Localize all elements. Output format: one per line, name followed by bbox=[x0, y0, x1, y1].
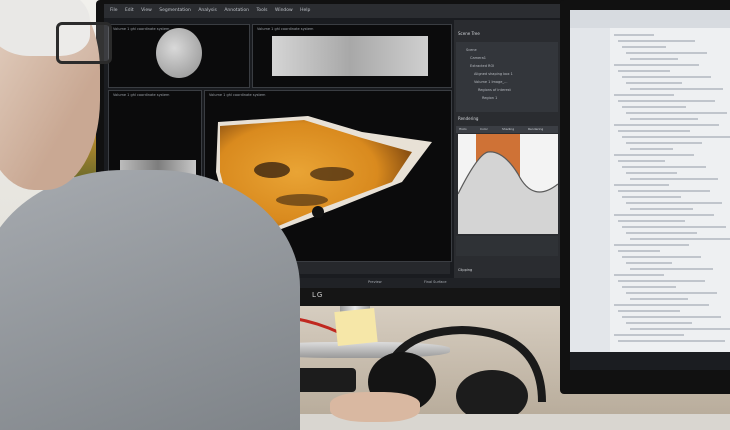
code-line bbox=[622, 136, 730, 138]
scene-tree-title: Scene Tree bbox=[458, 31, 480, 36]
code-line bbox=[618, 160, 665, 162]
viewport-title: Volume 1 ghl coordinate system bbox=[257, 27, 314, 31]
code-line bbox=[618, 70, 670, 72]
tab-shading[interactable]: Shading bbox=[502, 127, 514, 131]
menu-item[interactable]: Tools bbox=[256, 8, 267, 13]
specimen-cross-section bbox=[156, 28, 202, 78]
tab-color[interactable]: Color bbox=[480, 127, 488, 131]
tree-item[interactable]: Extracted ROI bbox=[470, 64, 494, 68]
status-item: Preview bbox=[368, 280, 382, 284]
tree-item[interactable]: Camera1 bbox=[470, 56, 486, 60]
code-line bbox=[618, 130, 690, 132]
clipping-label: Clipping bbox=[458, 268, 473, 272]
viewport-title: Volume 1 ghl coordinate system bbox=[113, 27, 170, 31]
editor-toolbar bbox=[570, 10, 730, 28]
code-line bbox=[630, 58, 678, 60]
rendering-controls[interactable] bbox=[456, 236, 558, 256]
code-line bbox=[622, 316, 721, 318]
code-line bbox=[630, 88, 723, 90]
code-line bbox=[618, 310, 680, 312]
code-line bbox=[614, 64, 699, 66]
menu-item[interactable]: File bbox=[110, 8, 118, 13]
pore bbox=[312, 206, 324, 218]
viewport-title: Volume 1 ghl coordinate system bbox=[209, 93, 266, 97]
code-line bbox=[630, 298, 688, 300]
person-hand bbox=[330, 392, 420, 422]
person-shoulder bbox=[0, 170, 300, 430]
menu-item[interactable]: View bbox=[141, 8, 152, 13]
dark-inclusion bbox=[254, 162, 290, 178]
code-line bbox=[630, 178, 718, 180]
code-line bbox=[626, 142, 702, 144]
tree-item[interactable]: Scene bbox=[466, 48, 477, 52]
menu-item[interactable]: Segmentation bbox=[159, 8, 191, 13]
code-line bbox=[614, 274, 664, 276]
code-line bbox=[626, 292, 717, 294]
code-line bbox=[622, 46, 666, 48]
code-line bbox=[618, 340, 725, 342]
code-line bbox=[614, 304, 709, 306]
tree-item[interactable]: Regions of interest bbox=[478, 88, 511, 92]
code-line bbox=[614, 184, 669, 186]
taskbar bbox=[570, 352, 730, 370]
code-line bbox=[626, 82, 682, 84]
menu-item[interactable]: Analysis bbox=[198, 8, 217, 13]
status-item: Final Surface bbox=[424, 280, 447, 284]
code-line bbox=[630, 238, 730, 240]
editor-sidebar bbox=[570, 28, 610, 370]
specimen-slab bbox=[272, 36, 428, 76]
menu-item[interactable]: Annotation bbox=[224, 8, 249, 13]
code-line bbox=[622, 286, 676, 288]
code-line bbox=[626, 262, 672, 264]
code-line bbox=[626, 202, 722, 204]
code-line bbox=[630, 148, 673, 150]
code-line bbox=[626, 322, 692, 324]
code-line bbox=[622, 76, 711, 78]
code-line bbox=[626, 52, 707, 54]
code-line bbox=[618, 190, 710, 192]
code-line bbox=[614, 334, 684, 336]
code-line bbox=[614, 124, 719, 126]
code-line bbox=[630, 268, 713, 270]
scene-tree bbox=[456, 42, 558, 112]
tab-rendering[interactable]: Rendering bbox=[528, 127, 543, 131]
code-line bbox=[630, 208, 693, 210]
code-line bbox=[626, 232, 697, 234]
code-line bbox=[626, 112, 727, 114]
rendering-tabs: Histo Color Shading Rendering bbox=[456, 126, 558, 133]
menu-bar: File Edit View Segmentation Analysis Ann… bbox=[104, 4, 562, 18]
menu-item[interactable]: Edit bbox=[125, 8, 134, 13]
code-line bbox=[622, 166, 706, 168]
code-line bbox=[618, 40, 695, 42]
tree-item[interactable]: Region 1 bbox=[482, 96, 497, 100]
viewport-title: Volume 1 ghl coordinate system bbox=[113, 93, 170, 97]
code-line bbox=[626, 172, 677, 174]
code-line bbox=[614, 214, 714, 216]
code-line bbox=[614, 244, 689, 246]
code-line bbox=[614, 34, 654, 36]
menu-item[interactable]: Window bbox=[275, 8, 293, 13]
code-line bbox=[630, 328, 730, 330]
code-line bbox=[622, 226, 726, 228]
menu-item[interactable]: Help bbox=[300, 8, 310, 13]
code-line bbox=[618, 220, 685, 222]
tree-item[interactable]: Volume 1 Image_... bbox=[474, 80, 508, 84]
code-line bbox=[630, 118, 698, 120]
transfer-function-curve[interactable] bbox=[458, 134, 558, 234]
code-line bbox=[622, 106, 686, 108]
rendering-title: Rendering bbox=[458, 116, 479, 121]
code-line bbox=[618, 250, 660, 252]
code-line bbox=[618, 100, 715, 102]
tree-item[interactable]: Aligned shaping box 1 bbox=[474, 72, 513, 76]
code-line bbox=[614, 94, 674, 96]
code-line bbox=[622, 256, 701, 258]
code-line bbox=[622, 196, 681, 198]
tab-histo[interactable]: Histo bbox=[459, 127, 467, 131]
dark-inclusion bbox=[276, 194, 328, 206]
code-line bbox=[618, 280, 705, 282]
dark-inclusion bbox=[310, 167, 354, 181]
eyeglasses bbox=[56, 22, 112, 64]
code-line bbox=[614, 154, 694, 156]
